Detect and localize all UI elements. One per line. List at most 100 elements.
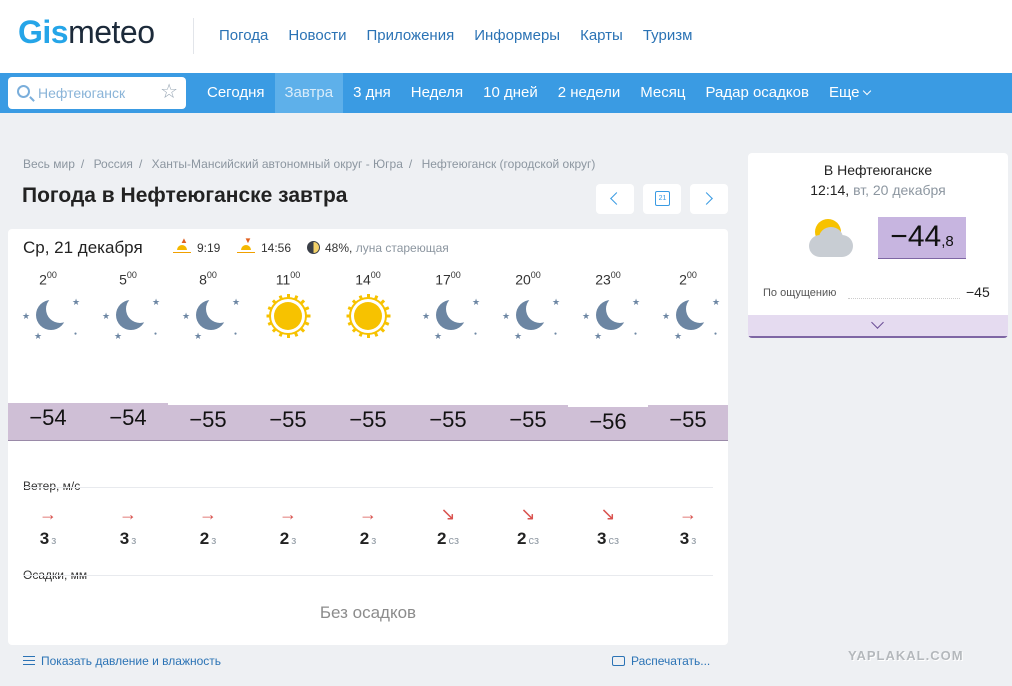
hour-label: 2000 — [515, 270, 541, 288]
wind-cell: → 3 з — [648, 505, 728, 549]
arrow-right-icon: → — [359, 504, 377, 524]
tab-eshche-label: Еще — [828, 84, 860, 101]
dotted-leader — [848, 298, 960, 299]
wind-cell: → 2 з — [328, 505, 408, 549]
top-nav: Погода Новости Приложения Информеры Карт… — [219, 27, 712, 44]
breadcrumb-item[interactable]: Россия — [94, 157, 133, 171]
moon-stars-icon: ★ ★ ★ ● — [22, 294, 81, 341]
moon-phase-icon — [307, 241, 320, 254]
nav-link-turizm[interactable]: Туризм — [643, 27, 693, 44]
tab-2-nedeli[interactable]: 2 недели — [548, 73, 631, 113]
arrow-down-right-icon: ↘ — [440, 504, 456, 524]
precip-value: Без осадков — [319, 603, 417, 622]
hour-column: 2300 ★ ★ ★ ● — [568, 270, 648, 342]
wind-cell: ↘ 2 сз — [488, 505, 568, 549]
hour-temperature: −54 — [88, 403, 168, 441]
arrow-right-icon: → — [199, 504, 217, 524]
gismeteo-logo[interactable]: Gismeteo — [18, 14, 155, 51]
hour-label: 1700 — [435, 270, 461, 288]
moon-stars-icon: ★ ★ ★ ● — [662, 294, 721, 341]
moon-stars-icon: ★ ★ ★ ● — [422, 294, 481, 341]
wind-speed: 2з — [199, 529, 217, 548]
hour-column: 500 ★ ★ ★ ● — [88, 270, 168, 342]
arrow-down-right-icon: ↘ — [600, 504, 616, 524]
wind-cell: → 3 з — [88, 505, 168, 549]
calendar-button[interactable]: 21 — [643, 184, 681, 214]
chevron-down-icon — [871, 316, 884, 329]
expand-button[interactable] — [748, 315, 1008, 338]
day-summary: Ср, 21 декабря ▲ 9:19 ▼ 14:56 48%, луна ст… — [23, 237, 723, 260]
calendar-icon: 21 — [655, 191, 670, 206]
sunset: ▼ 14:56 — [237, 237, 291, 255]
forecast-card: Ср, 21 декабря ▲ 9:19 ▼ 14:56 48%, луна ст… — [8, 229, 728, 645]
hour-temperature: −55 — [408, 405, 488, 441]
hour-label: 1100 — [275, 270, 301, 288]
arrow-right-icon: → — [279, 504, 297, 524]
hour-column: 200 ★ ★ ★ ● — [8, 270, 88, 342]
wind-cell: → 2 з — [248, 505, 328, 549]
hour-label: 2300 — [595, 270, 621, 288]
forecast-date: Ср, 21 декабря — [23, 238, 143, 257]
hour-temperature: −55 — [168, 405, 248, 441]
wind-speed: 3з — [39, 529, 57, 548]
sunset-icon: ▼ — [237, 237, 255, 253]
tab-radar[interactable]: Радар осадков — [696, 73, 819, 113]
feels-like-value: −45 — [966, 284, 990, 300]
page-title: Погода в Нефтеюганске завтра — [22, 184, 348, 207]
wind-speed: 2 сз — [516, 529, 539, 548]
hour-temperature: −55 — [248, 405, 328, 441]
city-search-box: ☆ — [8, 77, 186, 109]
tab-mesyats[interactable]: Месяц — [630, 73, 695, 113]
wind-speed: 2з — [359, 529, 377, 548]
moon-stars-icon: ★ ★ ★ ● — [582, 294, 641, 341]
wind-label: Ветер, м/с — [23, 479, 81, 493]
partly-cloudy-icon — [803, 213, 859, 265]
next-day-button[interactable] — [690, 184, 728, 214]
breadcrumb: Весь мир / Россия / Ханты-Мансийский автон… — [23, 157, 596, 171]
hour-column: 800 ★ ★ ★ ● — [168, 270, 248, 342]
show-pressure-link[interactable]: Показать давление и влажность — [23, 654, 221, 668]
tab-nedelya[interactable]: Неделя — [401, 73, 473, 113]
sun-icon — [328, 292, 408, 342]
tab-segodnya[interactable]: Сегодня — [197, 73, 275, 113]
nav-link-prilozheniya[interactable]: Приложения — [366, 27, 454, 44]
hour-label: 200 — [39, 270, 57, 288]
print-link[interactable]: Распечатать... — [612, 654, 710, 668]
hour-label: 800 — [199, 270, 217, 288]
arrow-down-right-icon: ↘ — [520, 504, 536, 524]
site-header: Gismeteo Погода Новости Приложения Инфор… — [0, 0, 1012, 73]
tab-10-dney[interactable]: 10 дней — [473, 73, 548, 113]
chevron-left-icon — [610, 192, 623, 205]
favorite-star-icon[interactable]: ☆ — [160, 81, 178, 103]
city-search-input[interactable] — [38, 82, 158, 104]
divider — [23, 487, 713, 488]
breadcrumb-item[interactable]: Ханты-Мансийский автономный округ - Югра — [152, 157, 403, 171]
wind-speed: 2 сз — [436, 529, 459, 548]
forecast-tabs: Сегодня Завтра 3 дня Неделя 10 дней 2 не… — [197, 73, 880, 113]
tab-eshche[interactable]: Еще — [819, 73, 881, 113]
breadcrumb-item[interactable]: Весь мир — [23, 157, 75, 171]
hour-label: 1400 — [355, 270, 381, 288]
wind-cell: ↘ 2 сз — [408, 505, 488, 549]
nav-link-karty[interactable]: Карты — [580, 27, 623, 44]
breadcrumb-item[interactable]: Нефтеюганск (городской округ) — [422, 157, 596, 171]
nav-link-informery[interactable]: Информеры — [474, 27, 560, 44]
current-time: 12:14, вт, 20 декабря — [810, 182, 946, 198]
moon-phase: 48%, луна стареющая — [307, 241, 449, 255]
prev-day-button[interactable] — [596, 184, 634, 214]
tab-3-dnya[interactable]: 3 дня — [343, 73, 401, 113]
wind-cell: → 3 з — [8, 505, 88, 549]
hour-temperature: −55 — [488, 405, 568, 441]
hour-column: 200 ★ ★ ★ ● — [648, 270, 728, 342]
wind-cell: → 2 з — [168, 505, 248, 549]
wind-speed: 3 сз — [596, 529, 619, 548]
nav-link-pogoda[interactable]: Погода — [219, 27, 268, 44]
tab-zavtra[interactable]: Завтра — [274, 73, 344, 113]
watermark: YAPLAKAL.COM — [848, 648, 964, 663]
hour-column: 1100 — [248, 270, 328, 342]
sunrise: ▲ 9:19 — [173, 237, 220, 255]
divider — [23, 575, 713, 576]
arrow-right-icon: → — [679, 504, 697, 524]
arrow-right-icon: → — [119, 504, 137, 524]
nav-link-novosti[interactable]: Новости — [288, 27, 346, 44]
